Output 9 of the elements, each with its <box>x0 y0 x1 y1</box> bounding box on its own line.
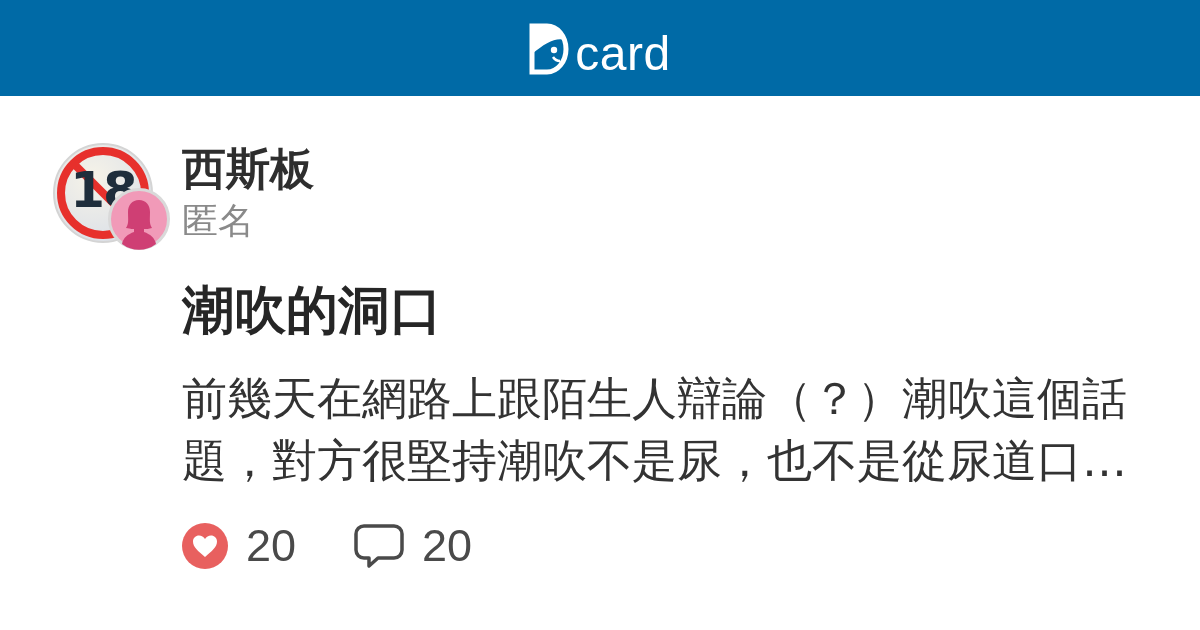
post-title: 潮吹的洞口 <box>182 279 442 342</box>
author-name: 匿名 <box>182 199 254 243</box>
logo-text: card <box>575 30 671 78</box>
logo-icon <box>529 23 570 75</box>
comment-count: 20 <box>422 523 473 569</box>
board-name: 西斯板 <box>182 143 314 195</box>
comment-icon[interactable] <box>354 523 405 569</box>
post-excerpt: 前幾天在網路上跟陌生人辯論（？）潮吹這個話題，對方很堅持潮吹不是尿，也不是從尿道口… <box>182 371 1128 489</box>
like-count: 20 <box>246 523 297 569</box>
